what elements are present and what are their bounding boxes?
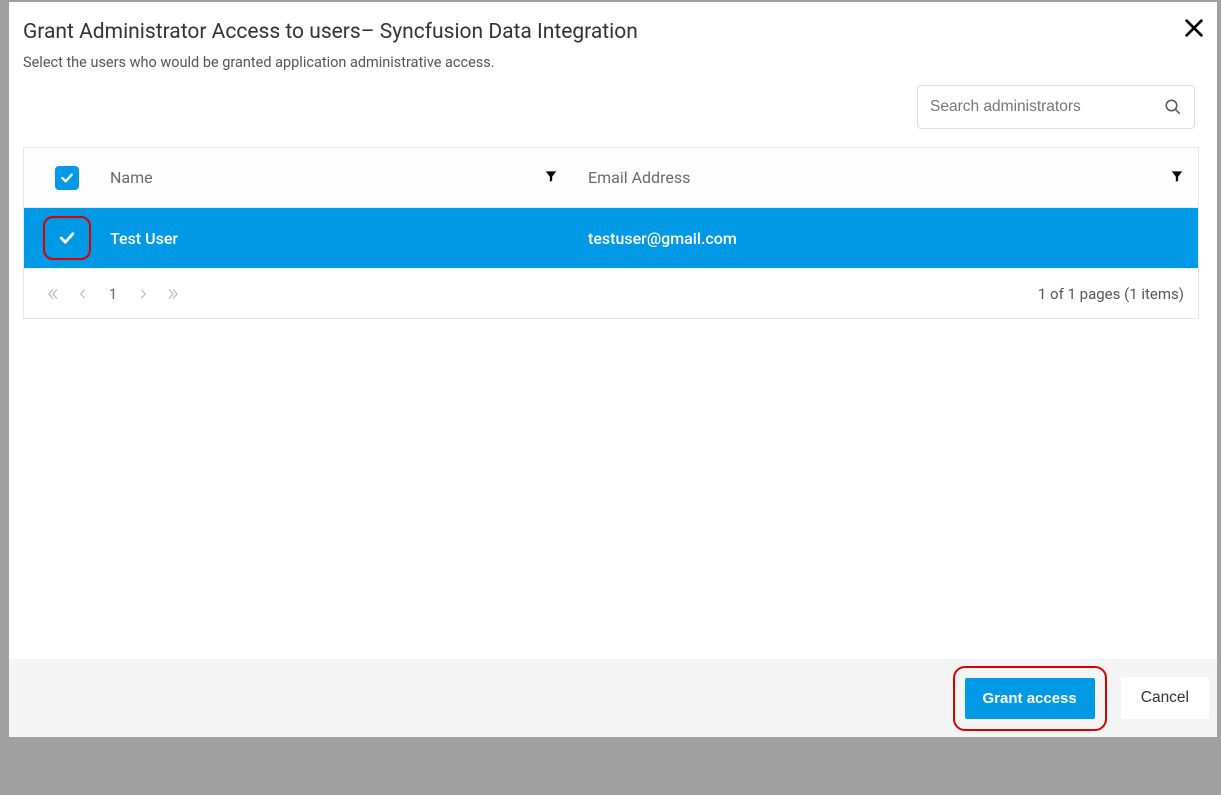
close-icon[interactable] — [1183, 16, 1205, 44]
column-header-email[interactable]: Email Address — [588, 168, 690, 187]
modal-header: Grant Administrator Access to users– Syn… — [9, 2, 1217, 327]
current-page: 1 — [98, 285, 128, 303]
column-header-name[interactable]: Name — [110, 168, 153, 187]
modal-subtitle: Select the users who would be granted ap… — [23, 54, 1199, 71]
row-email: testuser@gmail.com — [588, 229, 1198, 248]
modal-footer: Grant access Cancel — [9, 659, 1217, 737]
last-page-button[interactable] — [158, 279, 188, 309]
cancel-button[interactable]: Cancel — [1121, 677, 1209, 719]
search-administrators-box[interactable] — [917, 85, 1195, 129]
first-page-button[interactable] — [38, 279, 68, 309]
row-name: Test User — [110, 229, 588, 248]
next-page-button[interactable] — [128, 279, 158, 309]
table-header-row: Name Email Address — [24, 148, 1198, 208]
filter-icon[interactable] — [1170, 168, 1184, 187]
search-input[interactable] — [930, 98, 1158, 116]
prev-page-button[interactable] — [68, 279, 98, 309]
filter-icon[interactable] — [544, 168, 558, 187]
grant-access-highlight: Grant access — [953, 666, 1107, 731]
select-all-checkbox[interactable] — [55, 166, 79, 190]
users-table: Name Email Address — [23, 147, 1199, 319]
grant-access-button[interactable]: Grant access — [965, 678, 1095, 719]
table-row[interactable]: Test User testuser@gmail.com — [24, 208, 1198, 268]
pagination-bar: 1 1 of 1 pages (1 items) — [24, 268, 1198, 318]
row-checkbox[interactable] — [43, 216, 91, 260]
pagination-info: 1 of 1 pages (1 items) — [1038, 285, 1184, 303]
search-icon[interactable] — [1164, 98, 1182, 116]
grant-admin-modal: Grant Administrator Access to users– Syn… — [9, 2, 1217, 737]
modal-title: Grant Administrator Access to users– Syn… — [23, 20, 1199, 44]
